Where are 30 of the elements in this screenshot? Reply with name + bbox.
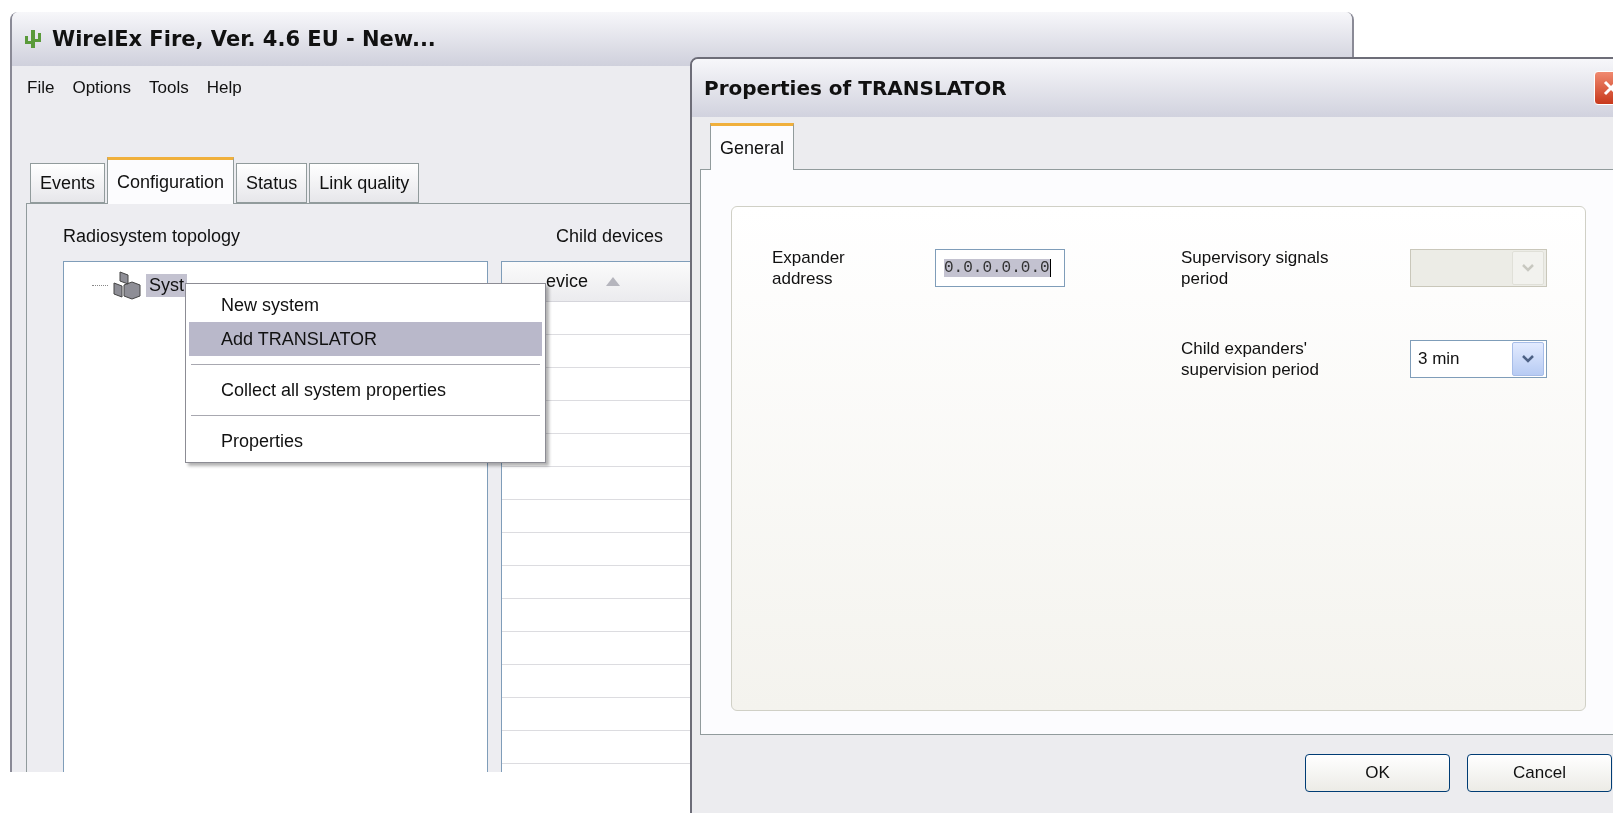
- section-label: Child devices: [555, 226, 665, 247]
- section-label: Radiosystem topology: [63, 226, 242, 247]
- dropdown[interactable]: 3 min: [1410, 339, 1547, 378]
- field-label: Supervisory signals period: [1181, 247, 1330, 290]
- cactus-icon: [22, 28, 44, 50]
- chevron-down-icon: [1521, 263, 1535, 274]
- menu-item[interactable]: Tools: [142, 74, 196, 102]
- field-label: Child expanders' supervision period: [1181, 337, 1320, 380]
- window-title: WirelEx Fire, Ver. 4.6 EU - New...: [52, 27, 436, 51]
- tab[interactable]: Events: [30, 163, 106, 203]
- tab[interactable]: Configuration: [107, 157, 235, 204]
- menu-item[interactable]: Add TRANSLATOR: [189, 322, 542, 356]
- menu-item[interactable]: Help: [199, 74, 249, 102]
- dialog-title: Properties of TRANSLATOR: [704, 76, 1007, 100]
- tab[interactable]: General: [710, 123, 795, 170]
- menu-item[interactable]: New system: [189, 288, 542, 322]
- dialog-button[interactable]: Cancel: [1467, 754, 1612, 792]
- tree-item[interactable]: Syst: [146, 273, 187, 297]
- dialog-button[interactable]: OK: [1305, 754, 1450, 792]
- chevron-down-icon: [1521, 353, 1535, 364]
- tab[interactable]: Link quality: [309, 163, 420, 203]
- field-label: Expander address: [772, 247, 846, 290]
- tab[interactable]: Status: [236, 163, 308, 203]
- menu-item[interactable]: Options: [65, 74, 138, 102]
- menu-item[interactable]: Collect all system properties: [189, 373, 542, 407]
- cubes-icon: [110, 270, 142, 300]
- input-field[interactable]: 0.0.0.0.0.0: [935, 249, 1065, 288]
- menu-item[interactable]: File: [20, 74, 62, 102]
- column-header[interactable]: evice: [546, 271, 589, 292]
- menu-item[interactable]: Properties: [189, 424, 542, 458]
